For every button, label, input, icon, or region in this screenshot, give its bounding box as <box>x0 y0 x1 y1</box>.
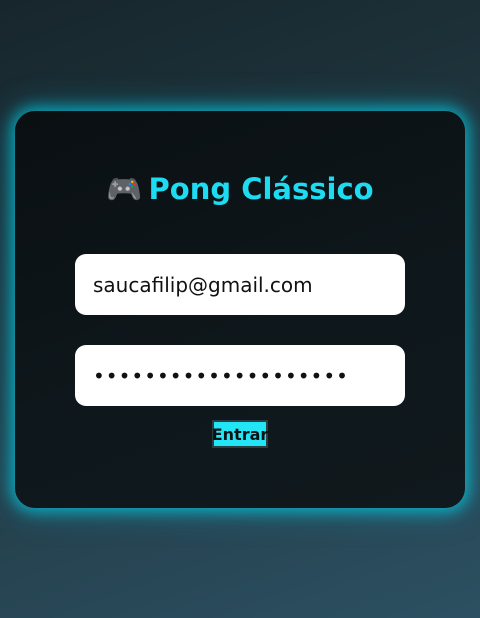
page-title: 🎮 Pong Clássico <box>15 171 465 207</box>
email-field[interactable]: saucafilip@gmail.com <box>75 254 405 315</box>
gamepad-icon: 🎮 <box>106 172 143 206</box>
submit-button[interactable]: Entrar <box>212 420 268 448</box>
title-text: Pong Clássico <box>148 172 374 206</box>
password-field[interactable]: •••••••••••••••••••• <box>75 345 405 406</box>
login-card: 🎮 Pong Clássico saucafilip@gmail.com ••••… <box>15 111 465 508</box>
